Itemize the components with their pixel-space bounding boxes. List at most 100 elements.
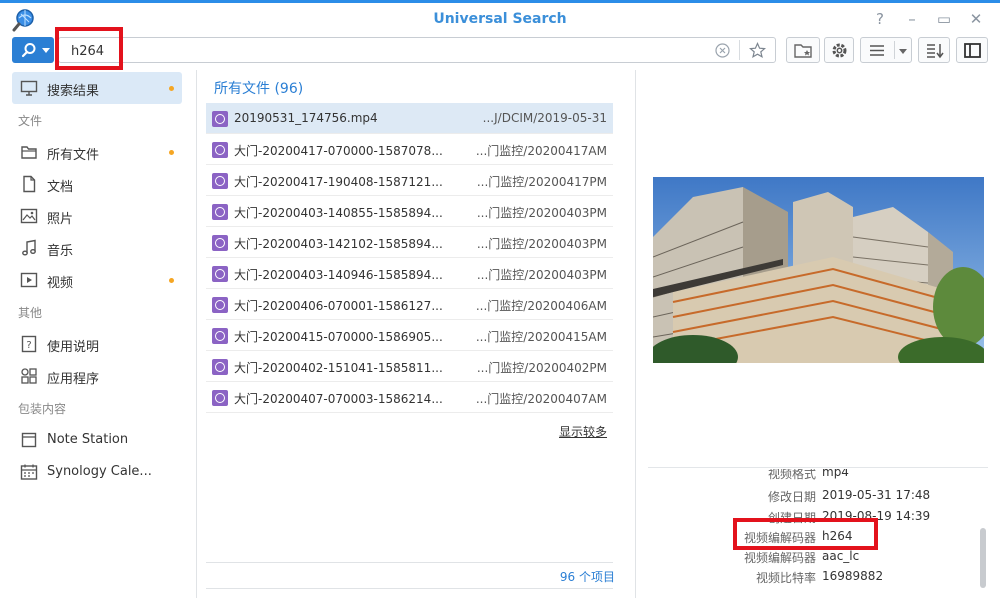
file-preview-image [653, 177, 984, 363]
table-row[interactable]: 大门-20200417-190408-1587121... ...门监控/202… [206, 165, 613, 196]
status-dot [169, 150, 174, 155]
star-icon[interactable] [749, 42, 766, 59]
file-name: 大门-20200406-070001-1586127... [234, 299, 443, 313]
table-row[interactable]: 20190531_174756.mp4 ...J/DCIM/2019-05-31 [206, 103, 613, 134]
detail-key: 视频编解码器 [743, 551, 816, 565]
sidebar-item-label: 文档 [47, 180, 74, 195]
table-row[interactable]: 大门-20200403-140855-1585894... ...门监控/202… [206, 196, 613, 227]
sidebar-item-label: 视频 [47, 276, 74, 291]
preview-panel-button[interactable] [956, 37, 988, 63]
saved-search-button[interactable] [786, 37, 820, 63]
table-row[interactable]: 大门-20200403-140946-1585894... ...门监控/202… [206, 258, 613, 289]
results-divider [635, 70, 636, 598]
file-path: ...门监控/20200417AM [475, 144, 607, 158]
table-row[interactable]: 大门-20200417-070000-1587078... ...门监控/202… [206, 134, 613, 165]
status-dot [169, 86, 174, 91]
sidebar-item-note-station[interactable]: Note Station [12, 424, 182, 456]
detail-value: 2019-05-31 17:48 [822, 488, 931, 502]
sidebar-item-label: 所有文件 [47, 148, 100, 163]
item-count: 96 个项目 [559, 570, 615, 584]
detail-key: 视频格式 [767, 469, 816, 481]
file-path: ...门监控/20200403PM [476, 237, 607, 251]
search-input[interactable] [71, 42, 671, 60]
maximize-icon[interactable]: ▭ [934, 9, 954, 29]
detail-divider [648, 467, 988, 468]
sidebar-item-video[interactable]: 视频 [12, 264, 182, 296]
sidebar-item-documents[interactable]: 文档 [12, 168, 182, 200]
document-icon [23, 175, 36, 193]
sidebar-item-help[interactable]: ? 使用说明 [12, 328, 182, 360]
sidebar-item-photos[interactable]: 照片 [12, 200, 182, 232]
search-options-button[interactable] [12, 37, 54, 63]
photo-icon [20, 208, 38, 224]
file-name: 大门-20200403-140855-1585894... [234, 206, 443, 220]
sidebar-item-applications[interactable]: 应用程序 [12, 360, 182, 392]
sidebar-item-music[interactable]: 音乐 [12, 232, 182, 264]
sidebar-item-label: 音乐 [47, 244, 74, 259]
panel-icon [964, 43, 981, 58]
view-mode-divider [894, 41, 895, 59]
sidebar-item-label: Note Station [47, 432, 129, 447]
sidebar-item-label: 照片 [47, 212, 74, 227]
detail-row-bitrate: 视频比特率 16989882 [648, 567, 978, 587]
file-name: 大门-20200415-070000-1586905... [234, 330, 443, 344]
help-doc-icon: ? [21, 335, 37, 353]
video-file-icon [212, 266, 228, 282]
sort-button[interactable] [918, 37, 950, 63]
table-row[interactable]: 大门-20200415-070000-1586905... ...门监控/202… [206, 320, 613, 351]
file-path: ...门监控/20200403PM [476, 268, 607, 282]
table-row[interactable]: 大门-20200406-070001-1586127... ...门监控/202… [206, 289, 613, 320]
detail-row-format: 视频格式 mp4 [648, 469, 978, 483]
close-icon[interactable]: ✕ [966, 9, 986, 29]
search-icon [21, 43, 36, 58]
table-row[interactable]: 大门-20200407-070003-1586214... ...门监控/202… [206, 382, 613, 413]
detail-value: 16989882 [822, 569, 884, 583]
file-path: ...门监控/20200403PM [476, 206, 607, 220]
sidebar-header-other: 其他 [18, 306, 43, 320]
chevron-down-icon [42, 48, 50, 53]
sidebar-item-search-results[interactable]: 搜索结果 [12, 72, 182, 104]
details-scrollbar[interactable] [980, 528, 986, 588]
video-file-icon [212, 142, 228, 158]
folder-star-icon [794, 44, 812, 58]
file-path: ...门监控/20200417PM [476, 175, 607, 189]
search-divider [739, 40, 740, 60]
file-path: ...J/DCIM/2019-05-31 [482, 111, 607, 125]
minimize-icon[interactable]: – [902, 9, 922, 29]
detail-row-modified: 修改日期 2019-05-31 17:48 [648, 486, 978, 506]
monitor-icon [20, 80, 38, 96]
sidebar-header-packages: 包装内容 [18, 402, 67, 416]
clear-icon[interactable] [715, 43, 730, 58]
search-box[interactable] [58, 37, 776, 63]
sidebar-item-all-files[interactable]: 所有文件 [12, 136, 182, 168]
show-more-link[interactable]: 显示较多 [559, 423, 607, 440]
file-path: ...门监控/20200407AM [475, 392, 607, 406]
detail-value: aac_lc [822, 549, 860, 563]
apps-icon [21, 368, 37, 384]
window-title: Universal Search [433, 11, 567, 27]
files-icon [21, 146, 37, 159]
view-mode-button[interactable] [860, 37, 912, 63]
settings-button[interactable] [824, 37, 854, 63]
video-file-icon [212, 111, 228, 127]
note-icon [21, 432, 37, 448]
detail-row-audio-codec: 视频编解码器 aac_lc [648, 547, 978, 567]
video-file-icon [212, 235, 228, 251]
video-icon [20, 272, 38, 288]
help-icon[interactable]: ? [870, 9, 890, 29]
building-photo [653, 177, 984, 363]
list-icon [870, 45, 884, 56]
file-name: 大门-20200407-070003-1586214... [234, 392, 443, 406]
sidebar-item-calendar[interactable]: Synology Cale... [12, 456, 182, 488]
toolbar [0, 35, 1000, 67]
file-name: 大门-20200417-070000-1587078... [234, 144, 443, 158]
sidebar-item-label: 使用说明 [47, 340, 100, 355]
file-name: 大门-20200403-140946-1585894... [234, 268, 443, 282]
music-icon [22, 239, 36, 256]
highlight-search-term [55, 27, 123, 70]
table-row[interactable]: 大门-20200403-142102-1585894... ...门监控/202… [206, 227, 613, 258]
file-name: 大门-20200403-142102-1585894... [234, 237, 443, 251]
sidebar-item-label: 应用程序 [47, 372, 100, 387]
table-row[interactable]: 大门-20200402-151041-1585811... ...门监控/202… [206, 351, 613, 382]
file-name: 大门-20200417-190408-1587121... [234, 175, 443, 189]
